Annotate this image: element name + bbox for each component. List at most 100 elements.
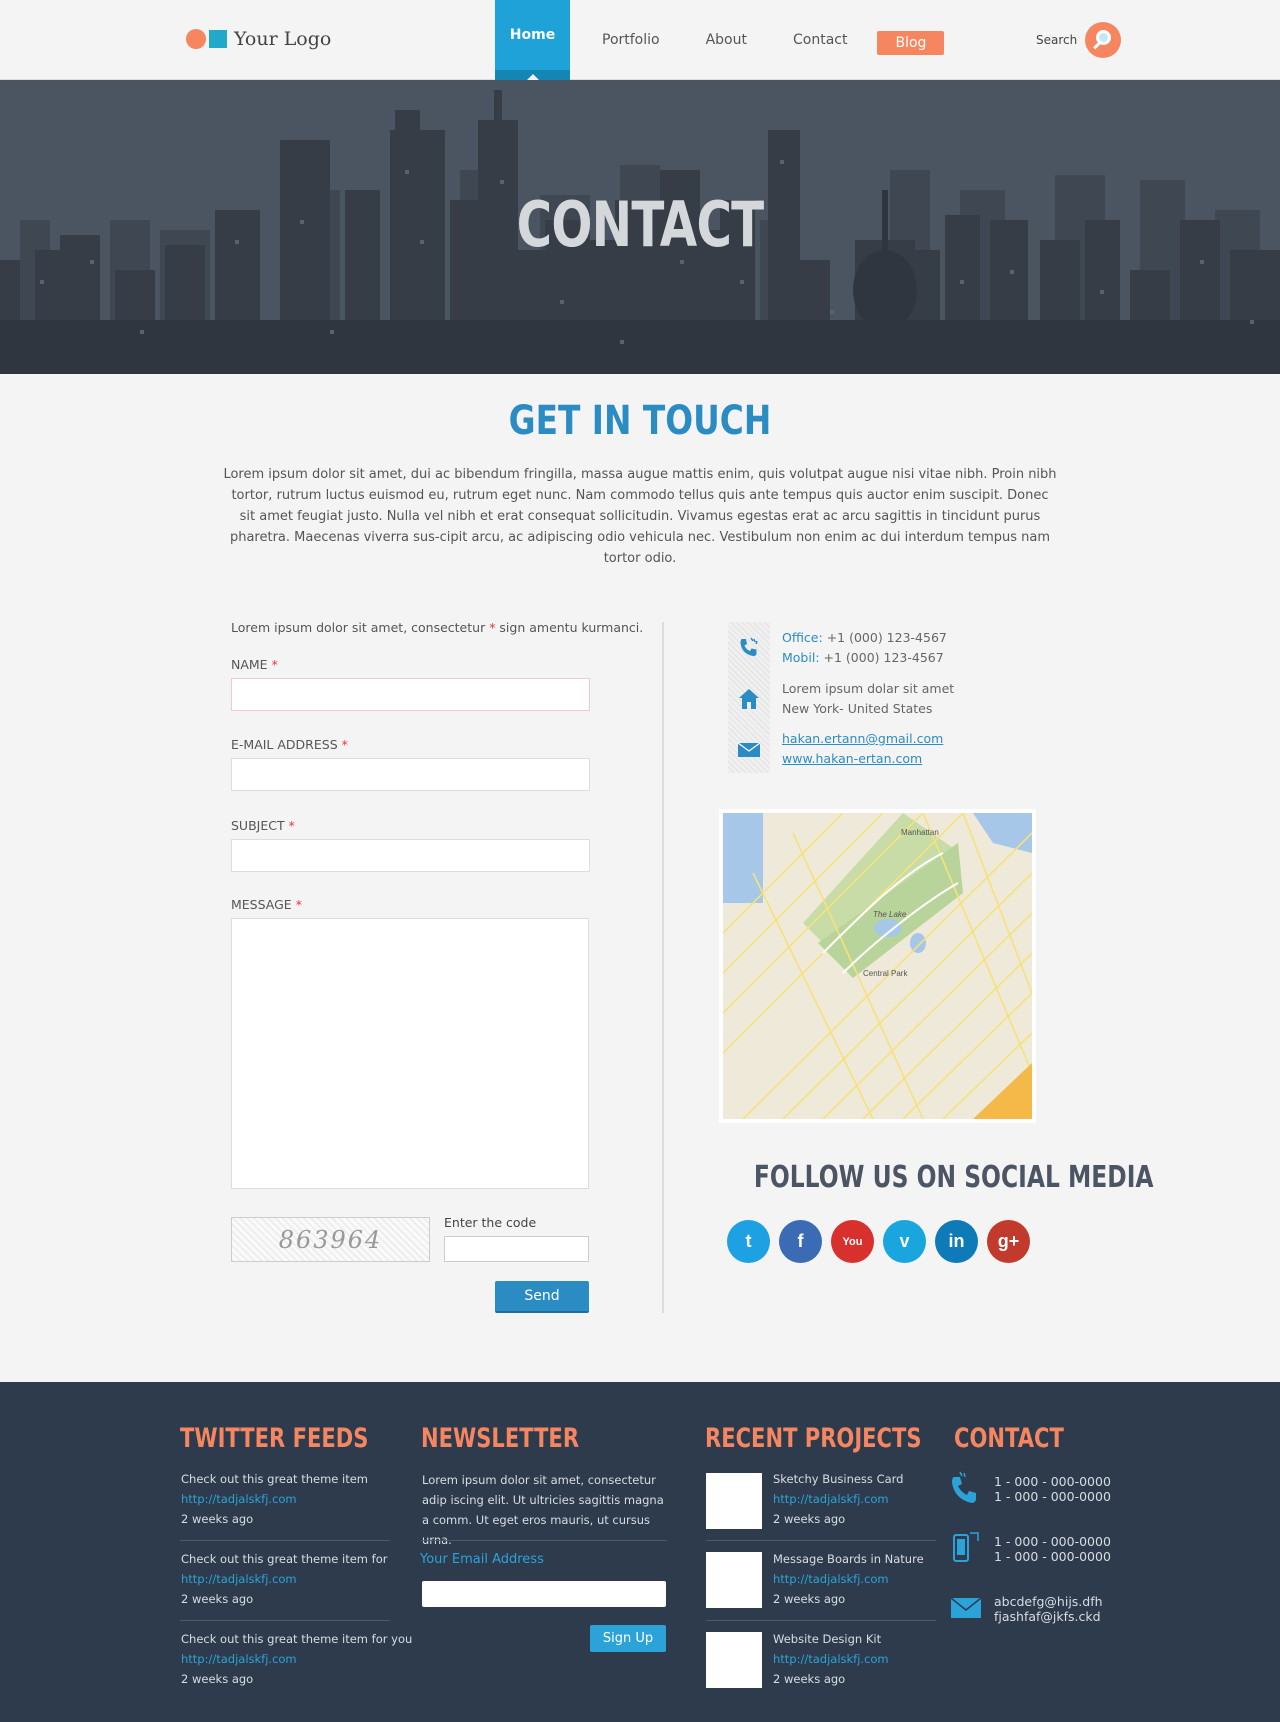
project-thumbnail[interactable] bbox=[706, 1632, 762, 1688]
nav-home[interactable]: Home bbox=[495, 0, 570, 80]
search-button[interactable] bbox=[1085, 22, 1122, 58]
tweet-time: 2 weeks ago bbox=[181, 1512, 254, 1526]
project-link[interactable]: http://tadjalskfj.com bbox=[773, 1489, 903, 1509]
project-link[interactable]: http://tadjalskfj.com bbox=[773, 1649, 889, 1669]
tweet-link[interactable]: http://tadjalskfj.com bbox=[181, 1489, 368, 1509]
project-item: Sketchy Business Card http://tadjalskfj.… bbox=[773, 1469, 903, 1529]
twitter-icon[interactable]: t bbox=[727, 1220, 770, 1263]
required-star: * bbox=[271, 657, 278, 672]
map-label-the-lake: The Lake bbox=[873, 910, 907, 919]
column-divider bbox=[662, 622, 664, 1313]
vimeo-icon[interactable]: v bbox=[883, 1220, 926, 1263]
tweet-link[interactable]: http://tadjalskfj.com bbox=[181, 1569, 387, 1589]
site-header: Your Logo Home Portfolio About Contact B… bbox=[0, 0, 1280, 80]
email-input[interactable] bbox=[231, 758, 590, 791]
project-thumbnail[interactable] bbox=[706, 1473, 762, 1529]
sign-up-button[interactable]: Sign Up bbox=[590, 1625, 666, 1652]
name-input[interactable] bbox=[231, 678, 590, 711]
tweet-link[interactable]: http://tadjalskfj.com bbox=[181, 1649, 412, 1669]
social-title: FOLLOW US ON SOCIAL MEDIA bbox=[753, 1160, 1154, 1195]
form-intro-text: Lorem ipsum dolor sit amet, consectetur bbox=[231, 620, 490, 635]
nav-blog[interactable]: Blog bbox=[877, 31, 945, 55]
mobile-2: 1 - 000 - 000-0000 bbox=[994, 1549, 1111, 1564]
logo[interactable]: Your Logo bbox=[186, 28, 331, 50]
google-plus-icon[interactable]: g+ bbox=[987, 1220, 1030, 1263]
newsletter-email-input[interactable] bbox=[422, 1581, 666, 1607]
office-label: Office: bbox=[782, 630, 823, 645]
captcha-code-input[interactable] bbox=[444, 1236, 589, 1262]
address-line-2: New York- United States bbox=[782, 701, 933, 716]
newsletter-email-label: Your Email Address bbox=[420, 1552, 544, 1567]
project-thumbnail[interactable] bbox=[706, 1552, 762, 1608]
project-time: 2 weeks ago bbox=[773, 1512, 846, 1526]
tweet-text: Check out this great theme item for bbox=[181, 1552, 388, 1566]
send-button[interactable]: Send bbox=[495, 1281, 589, 1313]
logo-square-icon bbox=[209, 30, 227, 48]
tweet-text: Check out this great theme item for you bbox=[181, 1632, 413, 1646]
required-star: * bbox=[288, 818, 295, 833]
project-name: Sketchy Business Card bbox=[773, 1472, 904, 1486]
subject-label: SUBJECT * bbox=[231, 818, 295, 833]
tweet-time: 2 weeks ago bbox=[181, 1592, 254, 1606]
email-link[interactable]: hakan.ertann@gmail.com bbox=[782, 729, 943, 749]
footer-mobile: 1 - 000 - 000-0000 1 - 000 - 000-0000 bbox=[994, 1534, 1111, 1564]
tweet-time: 2 weeks ago bbox=[181, 1672, 254, 1686]
office-phone-line: Office: +1 (000) 123-4567 bbox=[782, 628, 947, 648]
nav-contact[interactable]: Contact bbox=[779, 0, 861, 80]
email-2: fjashfaf@jkfs.ckd bbox=[994, 1609, 1101, 1624]
recent-projects-title: RECENT PROJECTS bbox=[705, 1423, 922, 1454]
phone-1: 1 - 000 - 000-0000 bbox=[994, 1474, 1111, 1489]
mail-icon bbox=[950, 1597, 982, 1618]
mail-icon bbox=[737, 742, 761, 757]
logo-text: Your Logo bbox=[234, 28, 332, 50]
address: Lorem ipsum dolar sit amet New York- Uni… bbox=[782, 679, 954, 719]
map-label-central-park: Central Park bbox=[863, 969, 908, 978]
facebook-icon[interactable]: f bbox=[779, 1220, 822, 1263]
email-label: E-MAIL ADDRESS * bbox=[231, 737, 348, 752]
logo-circle-icon bbox=[186, 29, 206, 49]
project-link[interactable]: http://tadjalskfj.com bbox=[773, 1569, 924, 1589]
section-title: GET IN TOUCH bbox=[508, 398, 772, 444]
footer-separator bbox=[706, 1540, 936, 1541]
social-icons: t f You v in g+ bbox=[727, 1220, 1039, 1263]
mobil-phone-line: Mobil: +1 (000) 123-4567 bbox=[782, 648, 947, 668]
search-icon-handle bbox=[1093, 41, 1102, 50]
map[interactable]: Manhattan Central Park The Lake bbox=[719, 809, 1036, 1123]
footer-separator bbox=[180, 1620, 390, 1621]
newsletter-text: Lorem ipsum dolor sit amet, consectetur … bbox=[422, 1473, 664, 1547]
captcha-code-label: Enter the code bbox=[444, 1215, 537, 1230]
office-phone: +1 (000) 123-4567 bbox=[826, 630, 947, 645]
footer-separator bbox=[421, 1540, 667, 1541]
twitter-feeds-title: TWITTER FEEDS bbox=[180, 1423, 369, 1454]
message-textarea[interactable] bbox=[231, 918, 589, 1189]
captcha-image: 863964 bbox=[231, 1217, 430, 1262]
required-star: * bbox=[341, 737, 348, 752]
section-intro-text: Lorem ipsum dolor sit amet, dui ac biben… bbox=[223, 467, 1057, 566]
mobile-1: 1 - 000 - 000-0000 bbox=[994, 1534, 1111, 1549]
project-time: 2 weeks ago bbox=[773, 1592, 846, 1606]
mobil-label: Mobil: bbox=[782, 650, 820, 665]
message-label-text: MESSAGE bbox=[231, 897, 292, 912]
hero-banner: CONTACT bbox=[0, 80, 1280, 374]
map-label-manhattan: Manhattan bbox=[901, 828, 939, 837]
map-illustration: Manhattan Central Park The Lake bbox=[723, 813, 1032, 1119]
nav-about[interactable]: About bbox=[692, 0, 761, 80]
linkedin-icon[interactable]: in bbox=[935, 1220, 978, 1263]
main-nav: Home Portfolio About Contact Blog bbox=[495, 0, 945, 80]
youtube-icon[interactable]: You bbox=[831, 1220, 874, 1263]
map-canvas: Manhattan Central Park The Lake bbox=[723, 813, 1032, 1119]
phone-icon bbox=[952, 1471, 976, 1503]
phone-2: 1 - 000 - 000-0000 bbox=[994, 1489, 1111, 1504]
subject-input[interactable] bbox=[231, 839, 590, 872]
email-1: abcdefg@hijs.dfh bbox=[994, 1594, 1103, 1609]
tweet-item: Check out this great theme item http://t… bbox=[181, 1469, 368, 1529]
form-intro: Lorem ipsum dolor sit amet, consectetur … bbox=[231, 620, 643, 635]
nav-portfolio[interactable]: Portfolio bbox=[588, 0, 674, 80]
project-time: 2 weeks ago bbox=[773, 1672, 846, 1686]
address-line-1: Lorem ipsum dolar sit amet bbox=[782, 681, 955, 696]
footer-separator bbox=[706, 1620, 936, 1621]
phone-numbers: Office: +1 (000) 123-4567 Mobil: +1 (000… bbox=[782, 628, 947, 668]
form-intro-text-end: sign amentu kurmanci. bbox=[495, 620, 644, 635]
name-label: NAME * bbox=[231, 657, 278, 672]
website-link[interactable]: www.hakan-ertan.com bbox=[782, 749, 943, 769]
